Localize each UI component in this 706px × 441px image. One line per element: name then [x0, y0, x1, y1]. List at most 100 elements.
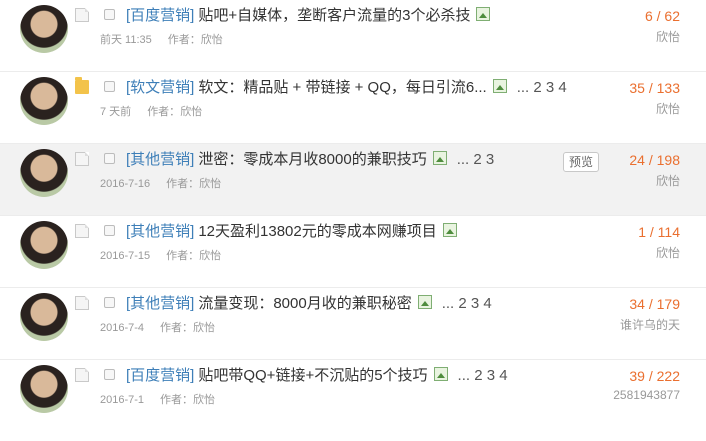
reply-view-count: 1 / 114	[638, 224, 680, 240]
reply-count: 6	[644, 8, 653, 24]
author-link[interactable]: 欣怡	[201, 34, 223, 46]
author-label: 作者：	[147, 106, 181, 118]
reply-view-count: 39 / 222	[629, 368, 680, 384]
category-link[interactable]: [百度营销]	[126, 367, 194, 384]
post-date: 2016-7-1	[100, 394, 145, 406]
avatar[interactable]	[20, 221, 68, 269]
thread-title-line: [百度营销] 贴吧带QQ+链接+不沉贴的5个技巧 ... 2 3 4	[126, 365, 508, 387]
select-checkbox[interactable]	[104, 297, 115, 308]
thread-row[interactable]: [百度营销] 贴吧+自媒体，垄断客户流量的3个必杀技 前天 11:35 作者：欣怡 …	[0, 0, 706, 72]
view-count: 114	[657, 224, 680, 240]
last-poster[interactable]: 欣怡	[656, 28, 680, 45]
author-link[interactable]: 欣怡	[193, 394, 215, 406]
page-links[interactable]: ... 2 3 4	[458, 367, 508, 384]
avatar[interactable]	[20, 293, 68, 341]
author-label: 作者：	[167, 34, 201, 46]
author-link[interactable]: 欣怡	[180, 106, 202, 118]
last-poster[interactable]: 欣怡	[656, 244, 680, 261]
page-links[interactable]: ... 2 3 4	[517, 79, 567, 96]
post-date: 2016-7-16	[100, 178, 151, 190]
thread-title-link[interactable]: 软文：精品贴 + 带链接 + QQ，每日引流6...	[198, 79, 486, 96]
thread-meta: 2016-7-16 作者：欣怡	[100, 175, 221, 191]
avatar[interactable]	[20, 77, 68, 125]
thread-row[interactable]: [百度营销] 贴吧带QQ+链接+不沉贴的5个技巧 ... 2 3 4 2016-7-…	[0, 360, 706, 441]
reply-view-count: 6 / 62	[644, 8, 680, 24]
avatar[interactable]	[20, 149, 68, 197]
thread-meta: 2016-7-1 作者：欣怡	[100, 391, 215, 407]
thread-title-line: [其他营销] 流量变现：8000月收的兼职秘密 ... 2 3 4	[126, 293, 492, 315]
author-label: 作者：	[166, 178, 200, 190]
thread-title-link[interactable]: 泄密：零成本月收8000的兼职技巧	[198, 151, 426, 168]
thread-title-link[interactable]: 12天盈利13802元的零成本网赚项目	[198, 223, 436, 240]
select-checkbox[interactable]	[104, 153, 115, 164]
thread-row[interactable]: [软文营销] 软文：精品贴 + 带链接 + QQ，每日引流6... ... 2 3 …	[0, 72, 706, 144]
select-checkbox[interactable]	[104, 369, 115, 380]
category-link[interactable]: [其他营销]	[126, 223, 194, 240]
author-label: 作者：	[160, 322, 194, 334]
last-poster[interactable]: 欣怡	[656, 172, 680, 189]
thread-title-line: [百度营销] 贴吧+自媒体，垄断客户流量的3个必杀技	[126, 5, 491, 27]
select-checkbox[interactable]	[104, 81, 115, 92]
reply-view-count: 35 / 133	[629, 80, 680, 96]
author-link[interactable]: 欣怡	[199, 250, 221, 262]
doc-icon	[75, 8, 89, 22]
image-icon	[432, 151, 447, 165]
category-link[interactable]: [其他营销]	[126, 295, 194, 312]
author-link[interactable]: 欣怡	[199, 178, 221, 190]
reply-view-count: 34 / 179	[629, 296, 680, 312]
post-date: 2016-7-4	[100, 322, 145, 334]
page-links[interactable]: ... 2 3 4	[442, 295, 492, 312]
category-link[interactable]: [百度营销]	[126, 7, 194, 24]
doc-icon	[75, 296, 89, 310]
thread-title-line: [其他营销] 12天盈利13802元的零成本网赚项目	[126, 221, 457, 243]
post-date: 前天 11:35	[100, 34, 152, 46]
thread-title-line: [其他营销] 泄密：零成本月收8000的兼职技巧 ... 2 3	[126, 149, 494, 171]
doc-icon	[75, 368, 89, 382]
thread-row[interactable]: [其他营销] 12天盈利13802元的零成本网赚项目 2016-7-15 作者：欣怡…	[0, 216, 706, 288]
image-icon	[433, 367, 448, 381]
view-count: 179	[656, 296, 680, 312]
select-checkbox[interactable]	[104, 9, 115, 20]
avatar[interactable]	[20, 365, 68, 413]
thread-meta: 2016-7-15 作者：欣怡	[100, 247, 221, 263]
thread-meta: 前天 11:35 作者：欣怡	[100, 31, 223, 47]
image-icon	[476, 7, 491, 21]
doc-icon	[75, 224, 89, 238]
last-poster[interactable]: 谁许乌的天	[620, 316, 680, 333]
last-poster[interactable]: 2581943877	[613, 388, 680, 402]
thread-row[interactable]: [其他营销] 泄密：零成本月收8000的兼职技巧 ... 2 3 预览 2016-7…	[0, 144, 706, 216]
author-link[interactable]: 欣怡	[193, 322, 215, 334]
folder-icon	[75, 77, 89, 94]
thread-meta: 7 天前 作者：欣怡	[100, 103, 202, 119]
reply-count: 39	[629, 368, 645, 384]
thread-list: [百度营销] 贴吧+自媒体，垄断客户流量的3个必杀技 前天 11:35 作者：欣怡 …	[0, 0, 706, 441]
thread-title-line: [软文营销] 软文：精品贴 + 带链接 + QQ，每日引流6... ... 2 3 …	[126, 77, 567, 99]
avatar[interactable]	[20, 5, 68, 53]
image-icon	[442, 223, 457, 237]
reply-count: 1	[638, 224, 646, 240]
category-link[interactable]: [软文营销]	[126, 79, 194, 96]
preview-button[interactable]: 预览	[563, 152, 600, 172]
post-date: 7 天前	[100, 106, 132, 118]
page-links[interactable]: ... 2 3	[457, 151, 495, 168]
thread-title-link[interactable]: 贴吧带QQ+链接+不沉贴的5个技巧	[198, 367, 427, 384]
post-date: 2016-7-15	[100, 250, 151, 262]
view-count: 62	[664, 8, 680, 24]
last-poster[interactable]: 欣怡	[656, 100, 680, 117]
reply-count: 24	[629, 152, 645, 168]
thread-meta: 2016-7-4 作者：欣怡	[100, 319, 215, 335]
author-label: 作者：	[166, 250, 200, 262]
view-count: 222	[656, 368, 680, 384]
thread-title-link[interactable]: 流量变现：8000月收的兼职秘密	[198, 295, 411, 312]
view-count: 198	[656, 152, 680, 168]
image-icon	[417, 295, 432, 309]
image-icon	[492, 79, 507, 93]
reply-count: 35	[629, 80, 645, 96]
thread-row[interactable]: [其他营销] 流量变现：8000月收的兼职秘密 ... 2 3 4 2016-7-4…	[0, 288, 706, 360]
thread-title-link[interactable]: 贴吧+自媒体，垄断客户流量的3个必杀技	[198, 7, 470, 24]
author-label: 作者：	[160, 394, 194, 406]
select-checkbox[interactable]	[104, 225, 115, 236]
reply-view-count: 24 / 198	[629, 152, 680, 168]
category-link[interactable]: [其他营销]	[126, 151, 194, 168]
view-count: 133	[656, 80, 680, 96]
